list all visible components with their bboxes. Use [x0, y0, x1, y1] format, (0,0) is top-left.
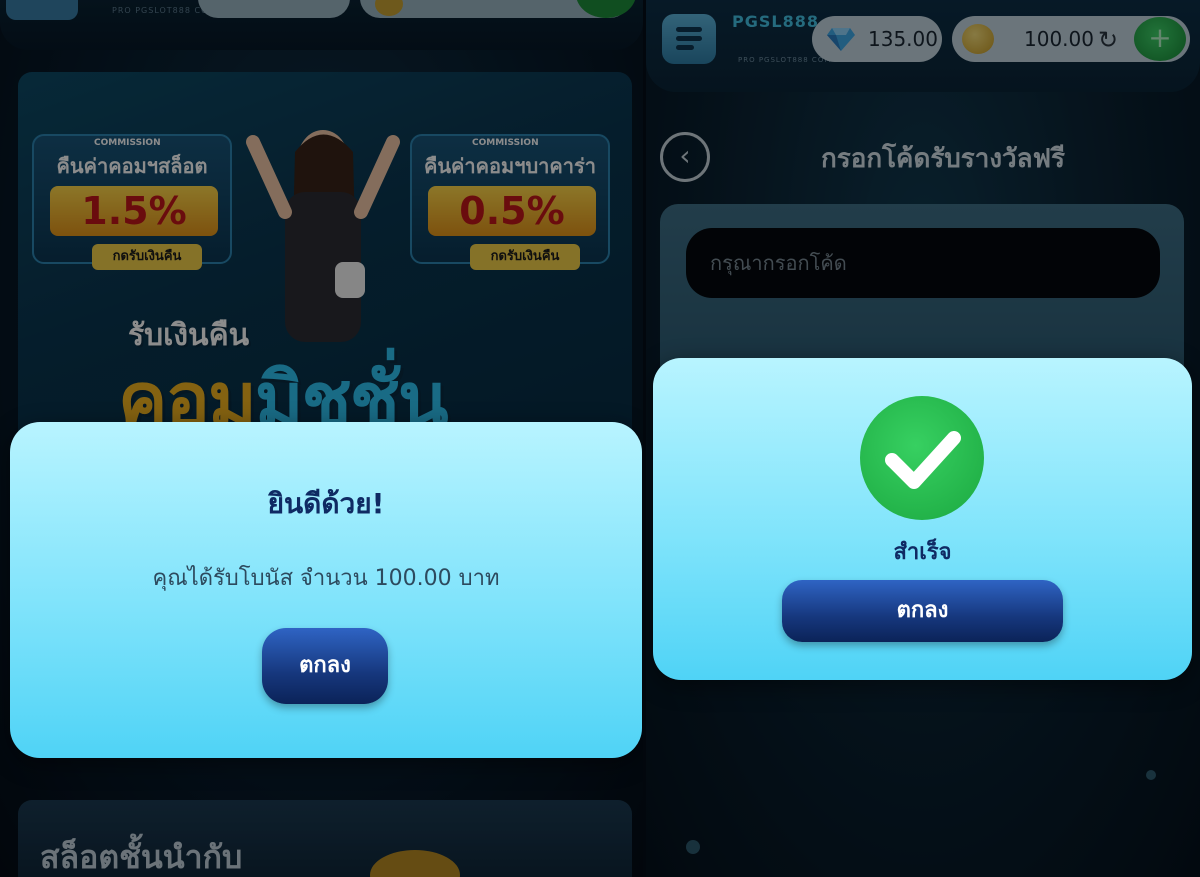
ok-button[interactable]: ตกลง [782, 580, 1063, 642]
left-screen: PRO PGSLOT888 COM COMMISSION คืนค่าคอมฯส… [0, 0, 643, 877]
right-screen: PGSL888 PRO PGSLOT888 COM 135.00 100.00 … [646, 0, 1200, 877]
ok-button[interactable]: ตกลง [262, 628, 388, 704]
success-label: สำเร็จ [893, 540, 952, 565]
bonus-dialog: ยินดีด้วย! คุณได้รับโบนัส จำนวน 100.00 บ… [10, 422, 642, 758]
dialog-title: ยินดีด้วย! [267, 487, 385, 520]
success-dialog: สำเร็จ ตกลง [653, 358, 1192, 680]
dialog-message: คุณได้รับโบนัส จำนวน 100.00 บาท [152, 566, 500, 591]
check-icon [860, 396, 984, 520]
